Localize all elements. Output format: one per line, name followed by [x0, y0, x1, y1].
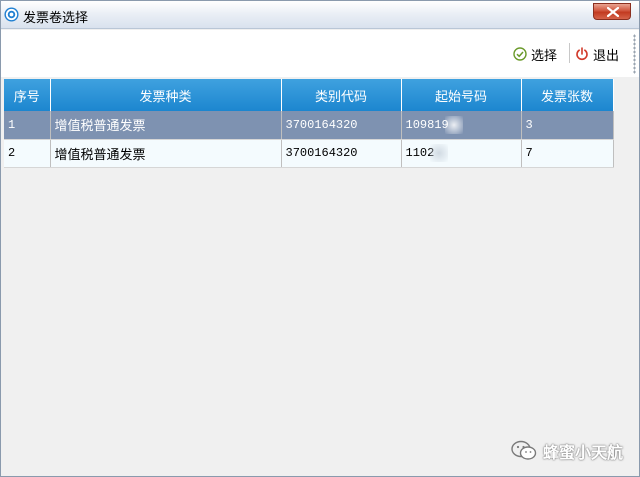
- cell-code: 3700164320: [281, 139, 402, 168]
- cell-count: 3: [521, 111, 614, 140]
- select-button-label: 选择: [531, 48, 558, 64]
- exit-button[interactable]: 退出: [575, 43, 619, 65]
- wechat-icon: [511, 440, 537, 460]
- cell-start-number: 1102: [401, 139, 522, 168]
- cell-type: 增值税普通发票: [50, 111, 282, 140]
- column-header-start-number[interactable]: 起始号码: [401, 79, 522, 111]
- watermark-text: 蜂蜜小天航: [543, 443, 624, 462]
- cell-code: 3700164320: [281, 111, 402, 140]
- invoice-roll-dialog: 发票卷选择 选择 退出 序号 发票种类 类别代码 起始号码 发票张数 1 增值税…: [0, 0, 640, 477]
- window-title: 发票卷选择: [23, 11, 89, 26]
- cell-type: 增值税普通发票: [50, 139, 282, 168]
- cell-index: 1: [4, 111, 51, 140]
- title-bar: 发票卷选择: [1, 1, 639, 29]
- column-header-index[interactable]: 序号: [4, 79, 51, 111]
- power-icon: [576, 47, 588, 61]
- check-circle-icon: [513, 47, 527, 61]
- window-close-button[interactable]: [593, 3, 631, 20]
- close-icon: [607, 7, 619, 17]
- column-header-type[interactable]: 发票种类: [50, 79, 282, 111]
- app-logo-icon: [4, 7, 19, 22]
- column-header-count[interactable]: 发票张数: [521, 79, 614, 111]
- toolbar-grip[interactable]: [633, 34, 636, 74]
- start-number-text: 109819: [405, 117, 449, 132]
- redaction-blur: [444, 115, 463, 134]
- exit-button-label: 退出: [593, 48, 620, 64]
- select-button[interactable]: 选择: [513, 43, 557, 65]
- table-header-row: 序号 发票种类 类别代码 起始号码 发票张数: [4, 79, 614, 111]
- invoice-roll-table: 序号 发票种类 类别代码 起始号码 发票张数 1 增值税普通发票 3700164…: [4, 79, 614, 168]
- toolbar: 选择 退出: [1, 30, 639, 77]
- watermark: 蜂蜜小天航: [511, 439, 623, 463]
- toolbar-separator: [569, 43, 570, 63]
- table-row[interactable]: 1 增值税普通发票 3700164320 109819 3: [4, 111, 614, 140]
- cell-count: 7: [521, 139, 614, 168]
- redaction-blur: [430, 144, 449, 162]
- cell-index: 2: [4, 139, 51, 168]
- cell-start-number: 109819: [401, 111, 522, 140]
- table-row[interactable]: 2 增值税普通发票 3700164320 1102 7: [4, 139, 614, 168]
- column-header-code[interactable]: 类别代码: [281, 79, 402, 111]
